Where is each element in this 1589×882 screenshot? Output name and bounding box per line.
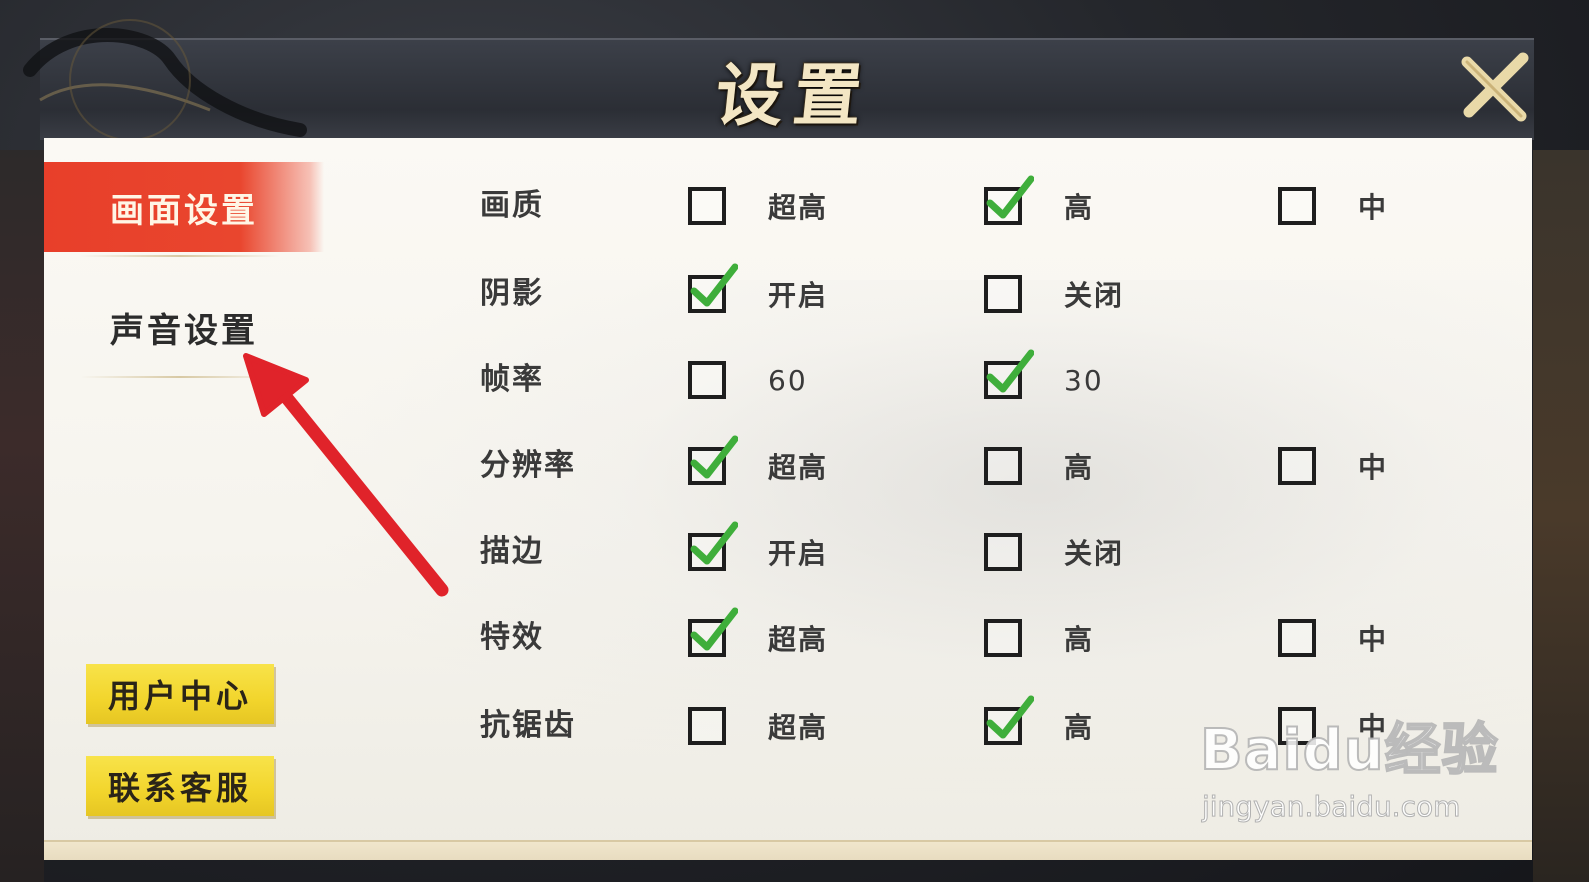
option-label: 中 [1358,451,1389,484]
checkmark-icon [690,521,738,565]
option-label: 关闭 [1064,279,1125,312]
checkbox-checked[interactable] [688,521,738,571]
checkmark-icon [986,349,1034,393]
option-label: 中 [1358,711,1389,744]
divider [80,255,280,257]
setting-label: 特效 [480,620,544,655]
setting-option[interactable]: 超高 [688,435,829,490]
setting-option[interactable]: 开启 [688,263,829,318]
setting-option[interactable]: 超高 [688,182,828,230]
option-label: 关闭 [1064,537,1125,570]
setting-label: 分辨率 [480,448,576,483]
checkbox-unchecked[interactable] [1278,447,1316,485]
tab-label: 声音设置 [110,310,258,351]
checkbox-unchecked[interactable] [1278,187,1316,225]
checkbox-checked[interactable] [984,175,1034,225]
option-label: 超高 [768,623,829,656]
checkbox-unchecked[interactable] [1278,619,1316,657]
checkbox-checked[interactable] [688,263,738,313]
setting-option[interactable]: 开启 [688,521,829,576]
checkbox-unchecked[interactable] [688,361,726,399]
checkbox-unchecked[interactable] [984,275,1022,313]
setting-label: 抗锯齿 [480,708,576,743]
checkbox-checked[interactable] [984,349,1034,399]
setting-option[interactable]: 中 [1278,614,1388,662]
setting-label: 帧率 [480,362,544,397]
checkbox-unchecked[interactable] [1278,707,1316,745]
user-center-button[interactable]: 用户中心 [86,664,274,724]
setting-option[interactable]: 超高 [688,702,828,750]
setting-option[interactable]: 高 [984,175,1095,230]
checkmark-icon [986,695,1034,739]
option-label: 中 [1358,623,1389,656]
divider [80,376,280,378]
setting-option[interactable]: 中 [1278,182,1388,230]
option-label: 开启 [768,279,829,312]
option-label: 开启 [768,537,829,570]
setting-label: 画质 [480,188,544,223]
background-left [0,150,44,882]
setting-option[interactable]: 关闭 [984,270,1124,318]
close-button[interactable] [1455,48,1535,128]
setting-option[interactable]: 高 [984,614,1094,662]
option-label: 高 [1064,623,1095,656]
setting-option[interactable]: 中 [1278,702,1388,750]
tab-sound-settings[interactable]: 声音设置 [44,282,324,372]
setting-label: 描边 [480,534,544,569]
option-label: 高 [1064,711,1095,744]
setting-option[interactable]: 关闭 [984,528,1124,576]
checkbox-checked[interactable] [984,695,1034,745]
background-right [1533,150,1589,882]
checkbox-unchecked[interactable] [984,619,1022,657]
checkbox-checked[interactable] [688,435,738,485]
option-label: 中 [1358,191,1389,224]
option-label: 超高 [768,191,829,224]
checkmark-icon [690,263,738,307]
checkbox-unchecked[interactable] [984,533,1022,571]
option-label: 30 [1064,363,1104,397]
checkmark-icon [690,607,738,651]
setting-label: 阴影 [480,276,544,311]
option-label: 60 [768,363,808,397]
game-settings-screen: 设置 画面设置 声音设置 用户中心 联系客服 画质 超高高中阴影 开启 关闭 帧率 60 3… [0,0,1589,882]
option-label: 超高 [768,451,829,484]
checkmark-icon [986,175,1034,219]
close-icon [1461,52,1529,122]
page-title: 设置 [711,56,877,136]
checkbox-unchecked[interactable] [688,187,726,225]
contact-service-button[interactable]: 联系客服 [86,756,274,816]
option-label: 超高 [768,711,829,744]
setting-option[interactable]: 超高 [688,607,829,662]
checkbox-checked[interactable] [688,607,738,657]
setting-option[interactable]: 60 [688,356,808,404]
tab-graphics-settings[interactable]: 画面设置 [44,162,324,252]
setting-option[interactable]: 中 [1278,442,1388,490]
setting-option[interactable]: 30 [984,349,1104,404]
checkbox-unchecked[interactable] [984,447,1022,485]
option-label: 高 [1064,191,1095,224]
panel-bottom-border [44,840,1532,860]
setting-option[interactable]: 高 [984,442,1094,490]
checkbox-unchecked[interactable] [688,707,726,745]
option-label: 高 [1064,451,1095,484]
checkmark-icon [690,435,738,479]
tab-label: 画面设置 [110,190,258,231]
setting-option[interactable]: 高 [984,695,1095,750]
